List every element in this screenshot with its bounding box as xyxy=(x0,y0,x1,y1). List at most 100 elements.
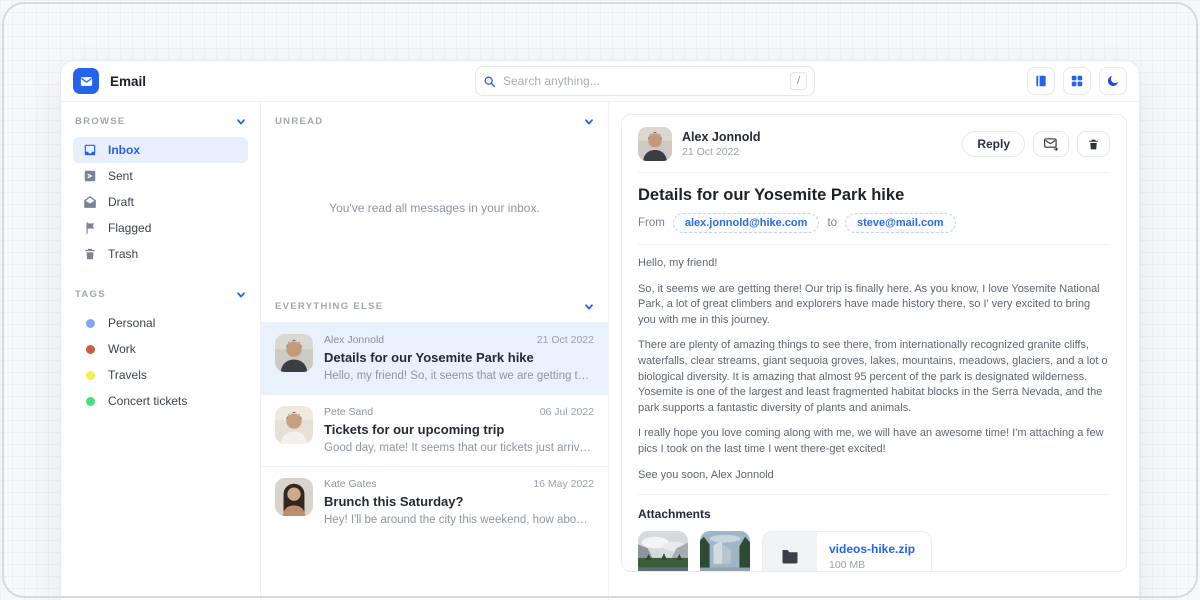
folder-icon xyxy=(763,532,817,572)
avatar xyxy=(638,127,672,161)
search-bar: / xyxy=(475,66,815,96)
from-label: From xyxy=(638,217,665,229)
tag-item-travels[interactable]: Travels xyxy=(73,362,248,388)
mail-list-item-alex[interactable]: Alex Jonnold 21 Oct 2022 Details for our… xyxy=(261,322,608,394)
app-logo xyxy=(73,68,99,94)
delete-mail-button[interactable] xyxy=(1077,131,1110,157)
flag-icon xyxy=(83,221,97,235)
attachment-photo-halfdome[interactable] xyxy=(700,531,750,572)
tag-label: Concert tickets xyxy=(108,394,187,408)
avatar xyxy=(275,406,313,444)
sidebar-item-trash[interactable]: Trash xyxy=(73,241,248,267)
tag-item-work[interactable]: Work xyxy=(73,336,248,362)
tag-dot xyxy=(86,371,95,380)
tag-item-concert-tickets[interactable]: Concert tickets xyxy=(73,388,248,414)
body-paragraph: So, it seems we are getting there! Our t… xyxy=(638,282,1110,329)
mail-date: 16 May 2022 xyxy=(533,478,594,490)
inbox-empty-message: You've read all messages in your inbox. xyxy=(261,201,608,215)
mail-subject: Details for our Yosemite Park hike xyxy=(324,350,594,365)
attachment-file-name[interactable]: videos-hike.zip xyxy=(829,542,915,556)
mail-preview: Hey! I'll be around the city this weeken… xyxy=(324,514,594,526)
tag-dot xyxy=(86,397,95,406)
tags-collapse-button[interactable] xyxy=(236,290,246,300)
book-icon xyxy=(1034,74,1048,88)
trash-icon xyxy=(1087,138,1100,151)
chevron-down-icon xyxy=(584,117,594,127)
detail-sender-name: Alex Jonnold xyxy=(682,130,760,144)
attachments-label: Attachments xyxy=(638,507,1110,521)
tags-section-label: TAGS xyxy=(75,289,106,300)
addressbook-button[interactable] xyxy=(1027,67,1055,95)
tag-label: Personal xyxy=(108,316,155,330)
divider xyxy=(638,494,1110,495)
avatar xyxy=(275,478,313,516)
everything-else-section-label: EVERYTHING ELSE xyxy=(275,301,383,312)
body-paragraph: See you soon, Alex Jonnold xyxy=(638,468,1110,484)
avatar xyxy=(275,334,313,372)
sidebar-item-sent[interactable]: Sent xyxy=(73,163,248,189)
tag-item-personal[interactable]: Personal xyxy=(73,310,248,336)
sidebar-item-label: Draft xyxy=(108,195,134,209)
browse-section-label: BROWSE xyxy=(75,116,126,127)
sidebar-item-inbox[interactable]: Inbox xyxy=(73,137,248,163)
search-shortcut-badge: / xyxy=(790,72,807,90)
mail-date: 06 Jul 2022 xyxy=(540,406,594,418)
tag-label: Work xyxy=(108,342,136,356)
mail-preview: Hello, my friend! So, it seems that we a… xyxy=(324,370,594,382)
tag-dot xyxy=(86,319,95,328)
app-header: Email / xyxy=(61,61,1139,102)
sidebar-item-label: Trash xyxy=(108,247,138,261)
mail-list-item-pete[interactable]: Pete Sand 06 Jul 2022 Tickets for our up… xyxy=(261,394,608,466)
sent-icon xyxy=(83,169,97,183)
browse-collapse-button[interactable] xyxy=(236,117,246,127)
grid-icon xyxy=(1070,74,1084,88)
to-email-chip[interactable]: steve@mail.com xyxy=(845,213,956,233)
trash-icon xyxy=(83,247,97,261)
sidebar-item-label: Inbox xyxy=(108,143,140,157)
body-paragraph: There are plenty of amazing things to se… xyxy=(638,338,1110,416)
mail-list-item-kate[interactable]: Kate Gates 16 May 2022 Brunch this Satur… xyxy=(261,466,608,538)
to-label: to xyxy=(827,217,837,229)
everything-else-collapse-button[interactable] xyxy=(584,302,594,312)
email-app-window: Email / xyxy=(60,60,1140,600)
detail-date: 21 Oct 2022 xyxy=(682,146,760,158)
sidebar-item-label: Flagged xyxy=(108,221,151,235)
attachment-file-card[interactable]: videos-hike.zip 100 MB xyxy=(762,531,932,572)
from-email-chip[interactable]: alex.jonnold@hike.com xyxy=(673,213,820,233)
sidebar: BROWSE Inbox Sent xyxy=(61,102,261,600)
mail-date: 21 Oct 2022 xyxy=(537,334,594,346)
mail-sender: Alex Jonnold xyxy=(324,334,384,346)
sidebar-item-flagged[interactable]: Flagged xyxy=(73,215,248,241)
message-detail-panel: Alex Jonnold 21 Oct 2022 Reply xyxy=(609,102,1139,600)
forward-mail-button[interactable] xyxy=(1033,131,1069,157)
search-input[interactable] xyxy=(503,74,783,88)
message-detail-card: Alex Jonnold 21 Oct 2022 Reply xyxy=(621,114,1127,572)
tag-dot xyxy=(86,345,95,354)
mail-subject: Brunch this Saturday? xyxy=(324,494,594,509)
sidebar-item-draft[interactable]: Draft xyxy=(73,189,248,215)
message-list-panel: UNREAD You've read all messages in your … xyxy=(261,102,609,600)
body-paragraph: I really hope you love coming along with… xyxy=(638,426,1110,457)
mail-subject: Tickets for our upcoming trip xyxy=(324,422,594,437)
chevron-down-icon xyxy=(236,290,246,300)
search-icon xyxy=(483,75,496,88)
unread-collapse-button[interactable] xyxy=(584,117,594,127)
body-paragraph: Hello, my friend! xyxy=(638,256,1110,272)
mail-preview: Good day, mate! It seems that our ticket… xyxy=(324,442,594,454)
chevron-down-icon xyxy=(236,117,246,127)
divider xyxy=(638,244,1110,245)
divider xyxy=(638,172,1110,173)
message-body: Hello, my friend! So, it seems we are ge… xyxy=(638,256,1110,483)
attachment-photo-valley[interactable] xyxy=(638,531,688,572)
reply-button[interactable]: Reply xyxy=(962,131,1025,157)
inbox-icon xyxy=(83,143,97,157)
app-title: Email xyxy=(110,74,146,89)
apps-grid-button[interactable] xyxy=(1063,67,1091,95)
tag-label: Travels xyxy=(108,368,147,382)
sidebar-item-label: Sent xyxy=(108,169,133,183)
dark-mode-button[interactable] xyxy=(1099,67,1127,95)
mail-sender: Pete Sand xyxy=(324,406,373,418)
detail-subject: Details for our Yosemite Park hike xyxy=(638,186,1110,205)
chevron-down-icon xyxy=(584,302,594,312)
envelope-icon xyxy=(79,74,94,89)
